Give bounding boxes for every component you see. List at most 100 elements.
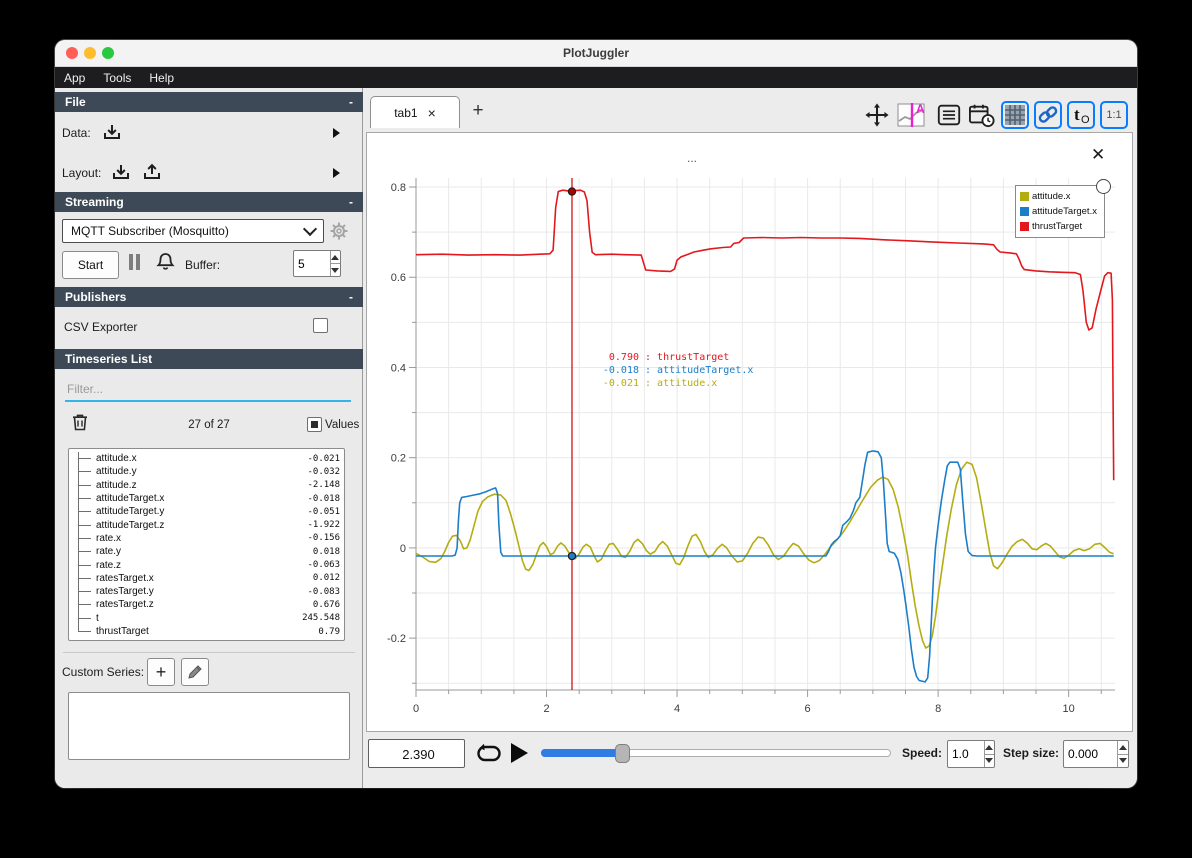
timeseries-section-title: Timeseries List bbox=[65, 352, 153, 366]
main-area: tab1 × + A t O 1:1 ... ✕ 0 2 4 6 8 10 -0… bbox=[366, 88, 1137, 788]
legend-entry-thrustTarget[interactable]: thrustTarget bbox=[1020, 219, 1100, 234]
timeseries-row-attitude.x[interactable]: attitude.x -0.021 bbox=[69, 452, 340, 465]
csv-exporter-label: CSV Exporter bbox=[64, 320, 138, 334]
menu-item-app[interactable]: App bbox=[64, 71, 85, 85]
step-size-spinbox[interactable] bbox=[1063, 740, 1129, 768]
values-checkbox[interactable] bbox=[307, 417, 322, 432]
plus-icon: + bbox=[155, 661, 167, 682]
publishers-section-header[interactable]: Publishers - bbox=[55, 287, 363, 307]
buffer-label: Buffer: bbox=[185, 258, 221, 272]
legend-entry-attitude.x[interactable]: attitude.x bbox=[1020, 189, 1100, 204]
curve-list-button[interactable] bbox=[935, 101, 963, 129]
timeseries-row-attitudeTarget.y[interactable]: attitudeTarget.y -0.051 bbox=[69, 505, 340, 518]
streaming-settings-gear-icon[interactable] bbox=[328, 220, 350, 242]
series-name: attitude.x bbox=[96, 453, 137, 465]
file-section-header[interactable]: File - bbox=[55, 92, 363, 112]
series-value: -0.063 bbox=[307, 560, 340, 571]
layout-row: Layout: bbox=[62, 162, 163, 184]
csv-exporter-checkbox[interactable] bbox=[313, 318, 328, 333]
time-slider[interactable] bbox=[541, 744, 891, 763]
legend-handle[interactable] bbox=[1096, 179, 1111, 194]
move-widgets-button[interactable] bbox=[863, 101, 891, 129]
step-size-input[interactable] bbox=[1064, 741, 1117, 767]
series-name: ratesTarget.x bbox=[96, 572, 154, 584]
custom-series-label: Custom Series: bbox=[62, 665, 145, 679]
timeseries-row-rate.z[interactable]: rate.z -0.063 bbox=[69, 558, 340, 571]
add-custom-series-button[interactable]: + bbox=[147, 658, 175, 686]
datetime-button[interactable] bbox=[968, 101, 996, 129]
step-size-label: Step size: bbox=[1003, 746, 1060, 760]
link-axes-button[interactable] bbox=[1034, 101, 1062, 129]
timeseries-row-t[interactable]: t 245.548 bbox=[69, 612, 340, 625]
buffer-spin-buttons[interactable] bbox=[329, 251, 340, 276]
save-layout-icon[interactable] bbox=[141, 162, 163, 184]
speed-spinbox[interactable] bbox=[947, 740, 995, 768]
series-line-attitude.x bbox=[415, 461, 1114, 649]
speed-spin-down[interactable] bbox=[984, 753, 994, 768]
streaming-section-title: Streaming bbox=[65, 195, 124, 209]
tab-tab1[interactable]: tab1 × bbox=[370, 96, 460, 128]
timeseries-section-header[interactable]: Timeseries List bbox=[55, 349, 363, 369]
start-button[interactable]: Start bbox=[62, 251, 119, 279]
timeseries-row-attitude.z[interactable]: attitude.z -2.148 bbox=[69, 479, 340, 492]
streaming-source-dropdown[interactable]: MQTT Subscriber (Mosquitto) bbox=[62, 219, 324, 243]
timeseries-row-attitudeTarget.x[interactable]: attitudeTarget.x -0.018 bbox=[69, 492, 340, 505]
time-input[interactable] bbox=[369, 740, 468, 769]
edit-custom-series-button[interactable] bbox=[181, 658, 209, 686]
buffer-spin-down[interactable] bbox=[330, 263, 340, 276]
ratio-1-1-button[interactable]: 1:1 bbox=[1100, 101, 1128, 129]
custom-series-list[interactable] bbox=[68, 692, 350, 760]
t0-main: t bbox=[1074, 105, 1080, 124]
layout-expand-arrow-icon[interactable] bbox=[333, 168, 340, 178]
timeseries-row-ratesTarget.z[interactable]: ratesTarget.z 0.676 bbox=[69, 598, 340, 611]
legend[interactable]: attitude.x attitudeTarget.x thrustTarget bbox=[1015, 179, 1111, 238]
filter-field bbox=[65, 376, 355, 402]
buffer-spinbox[interactable] bbox=[293, 250, 341, 277]
timeseries-row-ratesTarget.y[interactable]: ratesTarget.y -0.083 bbox=[69, 585, 340, 598]
timeseries-list[interactable]: attitude.x -0.021 attitude.y -0.032 attitude… bbox=[68, 448, 345, 641]
time-display[interactable] bbox=[368, 739, 468, 769]
tracker-text-button[interactable]: A bbox=[896, 101, 930, 129]
series-name: attitude.y bbox=[96, 466, 137, 478]
slider-handle[interactable] bbox=[614, 744, 630, 763]
step-spin-up[interactable] bbox=[1118, 741, 1128, 754]
play-button[interactable] bbox=[508, 741, 530, 765]
menu-item-tools[interactable]: Tools bbox=[103, 71, 131, 85]
timeseries-row-rate.x[interactable]: rate.x -0.156 bbox=[69, 532, 340, 545]
notification-bell-icon[interactable] bbox=[155, 251, 176, 273]
tab-label: tab1 bbox=[394, 105, 418, 120]
timeseries-row-rate.y[interactable]: rate.y 0.018 bbox=[69, 545, 340, 558]
series-name: ratesTarget.y bbox=[96, 586, 154, 598]
series-value: 0.79 bbox=[318, 626, 340, 637]
buffer-spin-up[interactable] bbox=[331, 251, 340, 263]
load-data-icon[interactable] bbox=[101, 122, 123, 144]
svg-text:10: 10 bbox=[1063, 703, 1075, 715]
timeseries-row-ratesTarget.x[interactable]: ratesTarget.x 0.012 bbox=[69, 572, 340, 585]
svg-text:0.8: 0.8 bbox=[391, 182, 406, 194]
menu-item-help[interactable]: Help bbox=[149, 71, 174, 85]
buffer-input[interactable] bbox=[294, 251, 330, 276]
timeseries-row-thrustTarget[interactable]: thrustTarget 0.79 bbox=[69, 625, 340, 638]
add-tab-button[interactable]: + bbox=[466, 98, 490, 124]
tab-close-icon[interactable]: × bbox=[428, 106, 436, 120]
step-spin-down[interactable] bbox=[1117, 753, 1128, 768]
screen: PlotJuggler App Tools Help File - Data: La… bbox=[0, 0, 1192, 858]
filter-input[interactable] bbox=[65, 376, 355, 402]
speed-spin-up[interactable] bbox=[985, 741, 994, 754]
series-name: thrustTarget bbox=[96, 626, 149, 637]
svg-text:0.6: 0.6 bbox=[391, 272, 406, 284]
pause-icon[interactable] bbox=[129, 254, 140, 270]
svg-text:8: 8 bbox=[935, 703, 941, 715]
timeseries-row-attitude.y[interactable]: attitude.y -0.032 bbox=[69, 465, 340, 478]
data-expand-arrow-icon[interactable] bbox=[333, 128, 340, 138]
legend-entry-attitudeTarget.x[interactable]: attitudeTarget.x bbox=[1020, 204, 1100, 219]
streaming-section-header[interactable]: Streaming - bbox=[55, 192, 363, 212]
time-offset-button[interactable]: t O bbox=[1067, 101, 1095, 129]
speed-input[interactable] bbox=[948, 741, 984, 767]
series-name: rate.z bbox=[96, 559, 122, 571]
loop-icon[interactable] bbox=[476, 742, 502, 764]
grid-layout-button[interactable] bbox=[1001, 101, 1029, 129]
load-layout-icon[interactable] bbox=[110, 162, 132, 184]
timeseries-row-attitudeTarget.z[interactable]: attitudeTarget.z -1.922 bbox=[69, 518, 340, 531]
series-name: attitudeTarget.x bbox=[96, 493, 165, 505]
